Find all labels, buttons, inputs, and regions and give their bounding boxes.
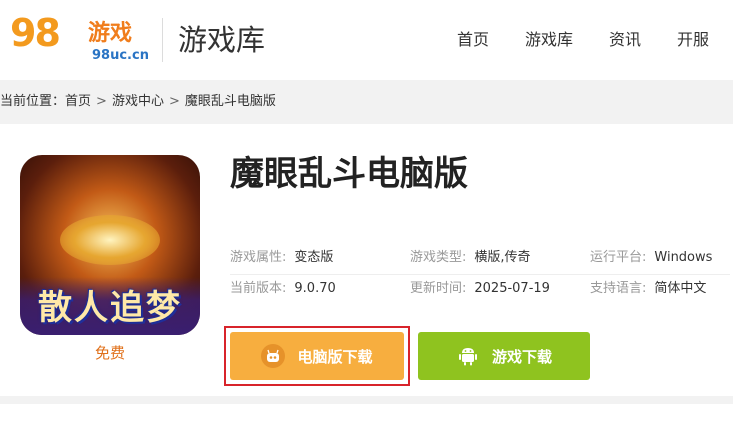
attr-version: 当前版本: 9.0.70	[230, 279, 336, 299]
game-download-button[interactable]: 游戏下载	[418, 332, 590, 380]
game-title: 魔眼乱斗电脑版	[230, 154, 468, 194]
attr-game-type: 游戏类型: 横版,传奇	[410, 248, 531, 268]
logo-cn-text: 游戏	[88, 21, 133, 46]
game-detail-card: 散人追梦 免费 魔眼乱斗电脑版 游戏属性: 变态版 游戏类型: 横版,传奇 运行平台…	[0, 124, 733, 396]
pc-download-label: 电脑版下载	[297, 347, 373, 366]
price-label: 免费	[94, 344, 125, 362]
nav-item-game-library[interactable]: 游戏库	[525, 28, 573, 52]
attr-game-property: 游戏属性: 变态版	[230, 248, 333, 268]
logo-number: 98	[10, 11, 61, 55]
attr-platform: 运行平台: Windows	[590, 248, 712, 268]
breadcrumb-separator: >	[168, 94, 180, 109]
main-nav: 首页 游戏库 资讯 开服	[421, 28, 733, 52]
attr-key: 支持语言:	[590, 281, 647, 296]
breadcrumb-home[interactable]: 首页	[65, 94, 91, 109]
attr-value: 简体中文	[654, 281, 707, 296]
pc-download-button[interactable]: 电脑版下载	[230, 332, 404, 380]
attributes-divider	[230, 274, 730, 275]
game-download-label: 游戏下载	[491, 347, 552, 366]
attr-language: 支持语言: 简体中文	[590, 279, 706, 299]
attr-key: 游戏类型:	[410, 250, 467, 265]
attr-value: Windows	[654, 250, 713, 265]
logo-url-text: 98uc.cn	[92, 48, 149, 63]
attr-key: 运行平台:	[590, 250, 647, 265]
game-icon-image: 散人追梦	[20, 155, 200, 335]
attr-value: 变态版	[294, 250, 334, 265]
section-title: 游戏库	[178, 23, 266, 57]
site-logo[interactable]: 98 游戏 98uc.cn	[10, 10, 150, 70]
breadcrumb-prefix: 当前位置：	[0, 94, 66, 109]
breadcrumb-current[interactable]: 魔眼乱斗电脑版	[185, 94, 276, 109]
breadcrumb-game-center[interactable]: 游戏中心	[112, 94, 164, 109]
attr-key: 更新时间:	[410, 281, 467, 296]
attr-value: 横版,传奇	[474, 250, 531, 265]
breadcrumb-separator: >	[96, 94, 107, 109]
attr-key: 游戏属性:	[230, 250, 287, 265]
android-icon	[456, 344, 480, 368]
attr-value: 2025-07-19	[474, 281, 550, 296]
attr-value: 9.0.70	[294, 281, 336, 296]
robot-icon	[261, 344, 286, 368]
site-header: 98 游戏 98uc.cn 游戏库 首页 游戏库 资讯 开服	[0, 0, 733, 80]
nav-item-home[interactable]: 首页	[457, 28, 489, 52]
attr-update-time: 更新时间: 2025-07-19	[410, 279, 550, 299]
breadcrumb: 当前位置：首页 > 游戏中心 > 魔眼乱斗电脑版	[0, 92, 276, 112]
attr-key: 当前版本:	[230, 281, 287, 296]
emblem-icon	[60, 215, 160, 265]
header-divider	[162, 18, 163, 62]
next-section-card	[0, 404, 733, 441]
nav-item-servers[interactable]: 开服	[677, 28, 709, 52]
icon-title-text: 散人追梦	[38, 288, 182, 328]
nav-item-news[interactable]: 资讯	[609, 28, 641, 52]
